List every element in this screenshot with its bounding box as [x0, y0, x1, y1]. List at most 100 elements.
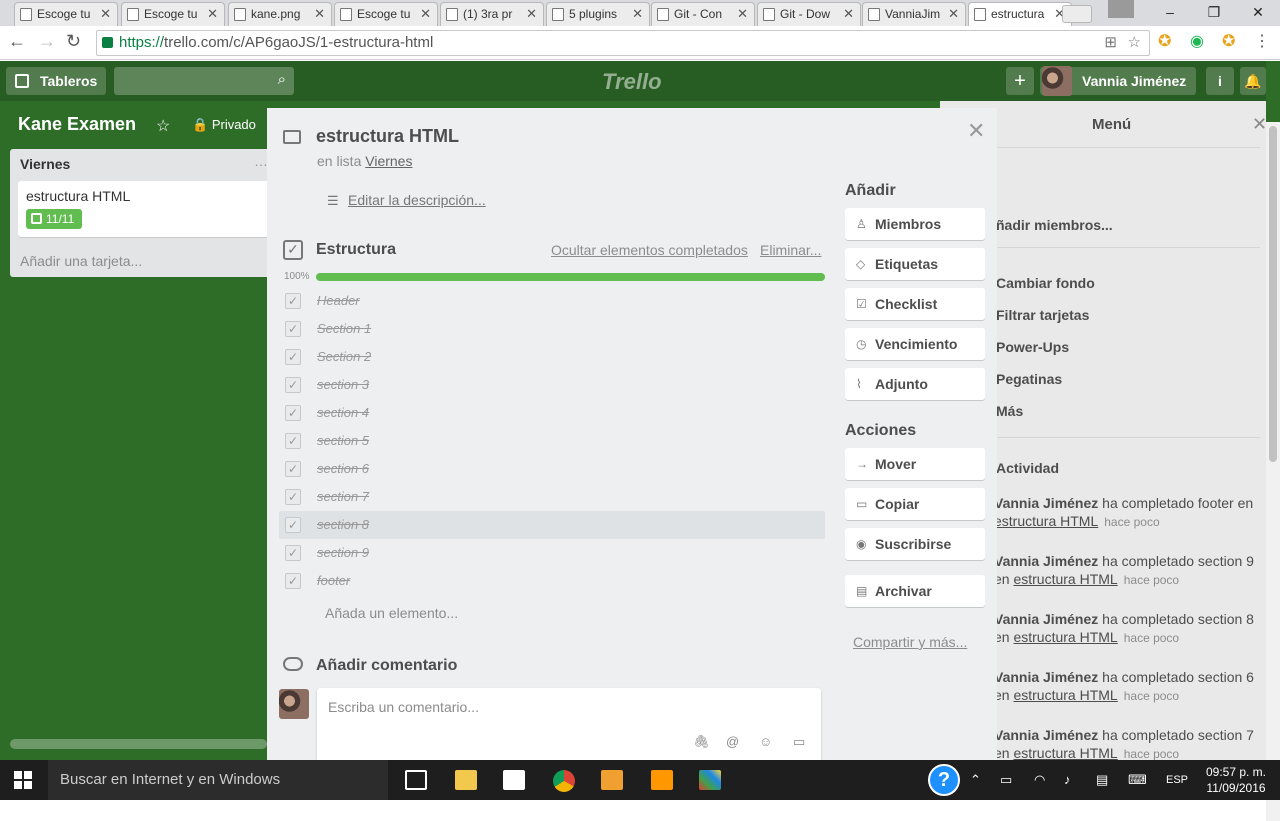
close-tab-icon[interactable]: ✕: [207, 6, 218, 22]
close-tab-icon[interactable]: ✕: [737, 6, 748, 22]
activity-card-link[interactable]: estructura HTML: [1013, 687, 1117, 703]
restore-icon[interactable]: ❐: [1192, 0, 1236, 26]
checklist-item[interactable]: ✓ section 3: [279, 371, 825, 399]
checkbox[interactable]: ✓: [285, 293, 301, 309]
checklist-item[interactable]: ✓ Section 1: [279, 315, 825, 343]
edit-description-link[interactable]: Editar la descripción...: [348, 192, 486, 208]
checkbox[interactable]: ✓: [285, 573, 301, 589]
browser-tab[interactable]: Git - Con ✕: [651, 2, 755, 26]
browser-tab[interactable]: 5 plugins ✕: [546, 2, 650, 26]
sidebar-button-copiar[interactable]: ▭ Copiar: [845, 488, 985, 520]
page-scrollbar[interactable]: [1266, 122, 1280, 821]
menu-item[interactable]: Filtrar tarjetas: [996, 307, 1089, 323]
store-icon[interactable]: [503, 770, 525, 790]
forward-icon[interactable]: →: [38, 31, 56, 52]
menu-item[interactable]: Power-Ups: [996, 339, 1069, 355]
chrome-icon[interactable]: [553, 770, 575, 792]
extension-icon[interactable]: ✪: [1222, 31, 1235, 51]
menu-dots-icon[interactable]: ⋮: [1254, 31, 1270, 51]
battery-icon[interactable]: ▭: [1000, 772, 1012, 788]
comment-input[interactable]: Escriba un comentario... 🖇 @ ☺ ▭: [317, 688, 821, 760]
activity-user[interactable]: Vannia Jiménez: [994, 727, 1098, 743]
checkbox[interactable]: ✓: [285, 489, 301, 505]
checklist-item-label[interactable]: section 7: [317, 489, 369, 504]
activity-card-link[interactable]: estructura HTML: [1013, 629, 1117, 645]
extension-icon[interactable]: ◉: [1190, 31, 1204, 51]
reload-icon[interactable]: ↻: [66, 31, 81, 52]
close-window-icon[interactable]: ✕: [1236, 0, 1280, 26]
emoji-icon[interactable]: ☺: [759, 734, 772, 749]
checklist-item-label[interactable]: Header: [317, 293, 360, 308]
checklist-item[interactable]: ✓ section 6: [279, 455, 825, 483]
checkbox[interactable]: ✓: [285, 461, 301, 477]
file-explorer-icon[interactable]: [455, 770, 477, 790]
taskbar-search-input[interactable]: Buscar en Internet y en Windows: [48, 760, 388, 800]
checklist-item[interactable]: ✓ Header: [279, 287, 825, 315]
media-player-icon[interactable]: [601, 770, 623, 790]
checklist-item-label[interactable]: section 6: [317, 461, 369, 476]
sidebar-button-mover[interactable]: → Mover: [845, 448, 985, 480]
horizontal-scrollbar[interactable]: [10, 739, 267, 749]
checkbox[interactable]: ✓: [285, 377, 301, 393]
sublime-text-icon[interactable]: [651, 770, 673, 790]
checklist-item-label[interactable]: Section 2: [317, 349, 371, 364]
git-gui-icon[interactable]: [699, 770, 721, 790]
checkbox[interactable]: ✓: [285, 349, 301, 365]
checklist-item-label[interactable]: Section 1: [317, 321, 371, 336]
mention-icon[interactable]: @: [726, 734, 739, 749]
archive-button[interactable]: ▤ Archivar: [845, 575, 985, 607]
checklist-item-label[interactable]: section 4: [317, 405, 369, 420]
attachment-icon[interactable]: 🖇: [693, 734, 710, 750]
sidebar-button-miembros[interactable]: ♙ Miembros: [845, 208, 985, 240]
browser-tab[interactable]: kane.png ✕: [228, 2, 332, 26]
close-tab-icon[interactable]: ✕: [843, 6, 854, 22]
activity-user[interactable]: Vannia Jiménez: [994, 611, 1098, 627]
translate-icon[interactable]: ⊞: [1104, 31, 1117, 55]
checklist-item-label[interactable]: section 3: [317, 377, 369, 392]
activity-card-link[interactable]: estructura HTML: [1013, 745, 1117, 761]
profile-icon[interactable]: [1108, 0, 1134, 18]
user-menu-button[interactable]: Vannia Jiménez: [1040, 66, 1196, 96]
list-menu-icon[interactable]: …: [254, 153, 268, 169]
url-field[interactable]: https://trello.com/c/AP6gaoJS/1-estructu…: [96, 30, 1150, 56]
checklist-item-label[interactable]: section 9: [317, 545, 369, 560]
browser-tab[interactable]: (1) 3ra pr ✕: [440, 2, 544, 26]
help-icon[interactable]: ?: [928, 764, 960, 796]
menu-item[interactable]: Cambiar fondo: [996, 275, 1095, 291]
scrollbar-thumb[interactable]: [1269, 126, 1277, 462]
star-board-icon[interactable]: ☆: [156, 116, 170, 136]
checklist-item[interactable]: ✓ section 5: [279, 427, 825, 455]
menu-item[interactable]: Más: [996, 403, 1023, 419]
close-tab-icon[interactable]: ✕: [526, 6, 537, 22]
back-icon[interactable]: ←: [8, 31, 26, 52]
boards-button[interactable]: Tableros: [6, 67, 106, 95]
checkbox[interactable]: ✓: [285, 517, 301, 533]
checkbox[interactable]: ✓: [285, 405, 301, 421]
list-link[interactable]: Viernes: [365, 153, 412, 169]
browser-tab[interactable]: estructura ✕: [968, 2, 1072, 26]
checklist-item-label[interactable]: footer: [317, 573, 350, 588]
close-tab-icon[interactable]: ✕: [314, 6, 325, 22]
browser-tab[interactable]: Git - Dow ✕: [757, 2, 861, 26]
checklist-item[interactable]: ✓ footer: [279, 567, 825, 595]
checklist-item[interactable]: ✓ Section 2: [279, 343, 825, 371]
add-card-link[interactable]: Añadir una tarjeta...: [20, 253, 142, 269]
checklist-item[interactable]: ✓ section 7: [279, 483, 825, 511]
windows-start-icon[interactable]: [14, 771, 32, 789]
checkbox[interactable]: ✓: [285, 433, 301, 449]
browser-tab[interactable]: Escoge tu ✕: [121, 2, 225, 26]
close-tab-icon[interactable]: ✕: [100, 6, 111, 22]
list-title[interactable]: Viernes: [20, 156, 70, 172]
input-language[interactable]: ESP: [1166, 774, 1188, 786]
close-tab-icon[interactable]: ✕: [632, 6, 643, 22]
trello-logo[interactable]: Trello: [602, 69, 662, 95]
notifications-bell-icon[interactable]: 🔔: [1240, 67, 1266, 95]
share-more-link[interactable]: Compartir y más...: [853, 634, 967, 650]
keyboard-icon[interactable]: ⌨: [1128, 772, 1147, 788]
browser-tab[interactable]: Escoge tu ✕: [14, 2, 118, 26]
checklist-item-label[interactable]: section 8: [317, 517, 369, 532]
board-search-input[interactable]: ⌕: [114, 67, 294, 95]
activity-card-link[interactable]: estructura HTML: [994, 513, 1098, 529]
checklist-item-label[interactable]: section 5: [317, 433, 369, 448]
add-members-link[interactable]: ñadir miembros...: [996, 217, 1113, 233]
